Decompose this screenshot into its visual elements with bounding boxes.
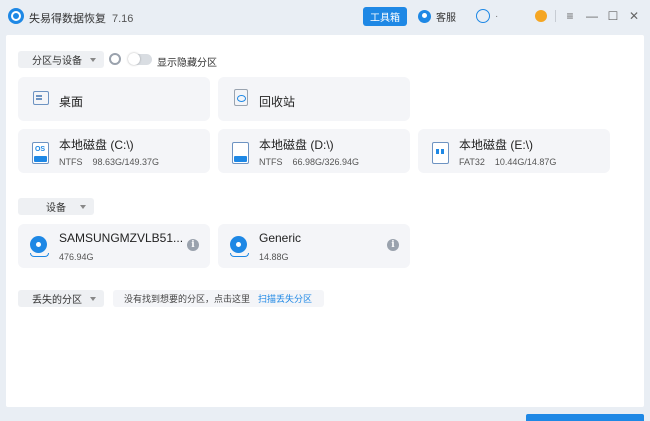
- drive-filesystem: NTFS: [259, 157, 283, 167]
- app-logo-icon: [8, 8, 24, 24]
- footer-action-button[interactable]: [526, 414, 644, 421]
- drive-meta: FAT32 10.44G/14.87G: [459, 157, 556, 167]
- partitions-dropdown-label: 分区与设备: [32, 56, 82, 67]
- drive-meta: NTFS 66.98G/326.94G: [259, 157, 359, 167]
- device-card-generic[interactable]: Generic 14.88G i: [218, 224, 410, 268]
- refresh-icon[interactable]: [109, 53, 121, 65]
- usb-drive-icon: [432, 142, 449, 164]
- drive-filesystem: FAT32: [459, 157, 485, 167]
- device-name: SAMSUNGMZVLB51...: [59, 231, 184, 245]
- drive-usage: 98.63G/149.37G: [92, 157, 160, 167]
- drive-name: 本地磁盘 (E:\): [459, 138, 533, 152]
- vip-icon[interactable]: [535, 10, 547, 22]
- info-icon[interactable]: i: [187, 239, 199, 251]
- support-label: 客服: [436, 13, 456, 24]
- lost-partitions-hint-text: 没有找到想要的分区，点击这里: [124, 294, 251, 304]
- lost-partitions-hint: 没有找到想要的分区，点击这里 扫描丢失分区: [113, 290, 324, 307]
- headset-icon[interactable]: [476, 9, 490, 23]
- app-version: 7.16: [112, 13, 134, 25]
- drive-icon: [232, 142, 249, 164]
- disk-icon: [230, 236, 249, 257]
- recycle-bin-label: 回收站: [259, 95, 296, 109]
- minimize-button[interactable]: —: [585, 9, 599, 23]
- recycle-bin-card[interactable]: 回收站: [218, 77, 410, 121]
- desktop-card[interactable]: 桌面: [18, 77, 210, 121]
- close-button[interactable]: ✕: [627, 9, 641, 23]
- drive-filesystem: NTFS: [59, 157, 83, 167]
- recycle-bin-icon: [234, 89, 248, 106]
- drive-card-e[interactable]: 本地磁盘 (E:\) FAT32 10.44G/14.87G: [418, 129, 610, 173]
- desktop-icon: [33, 91, 49, 105]
- device-size: 14.88G: [259, 252, 289, 262]
- show-hidden-label: 显示隐藏分区: [157, 58, 217, 69]
- drive-card-d[interactable]: 本地磁盘 (D:\) NTFS 66.98G/326.94G: [218, 129, 410, 173]
- os-badge: OS: [34, 146, 46, 153]
- chevron-down-icon: [90, 296, 96, 301]
- lost-partitions-dropdown[interactable]: 丢失的分区: [18, 290, 104, 307]
- drive-card-c[interactable]: OS 本地磁盘 (C:\) NTFS 98.63G/149.37G: [18, 129, 210, 173]
- drive-name: 本地磁盘 (C:\): [59, 138, 134, 152]
- menu-icon[interactable]: ≡: [563, 9, 577, 23]
- maximize-button[interactable]: ☐: [606, 9, 620, 23]
- title-bar: 失易得数据恢复 7.16 工具箱 客服 · ≡ — ☐ ✕: [0, 0, 650, 33]
- drive-usage: 66.98G/326.94G: [292, 157, 360, 167]
- info-icon[interactable]: i: [387, 239, 399, 251]
- device-name: Generic: [259, 231, 302, 245]
- account-indicator: ·: [495, 11, 499, 22]
- partitions-dropdown[interactable]: 分区与设备: [18, 51, 104, 68]
- titlebar-divider: [555, 10, 556, 22]
- disk-icon: [30, 236, 49, 257]
- scan-lost-partitions-link[interactable]: 扫描丢失分区: [258, 292, 312, 305]
- devices-dropdown[interactable]: 设备: [18, 198, 94, 215]
- show-hidden-toggle[interactable]: [128, 53, 152, 65]
- lost-partitions-dropdown-label: 丢失的分区: [32, 295, 82, 306]
- desktop-label: 桌面: [59, 95, 84, 109]
- drive-name: 本地磁盘 (D:\): [259, 138, 334, 152]
- drive-usage: 10.44G/14.87G: [494, 157, 557, 167]
- support-button[interactable]: 客服: [418, 9, 456, 24]
- main-panel: 分区与设备 显示隐藏分区 桌面 回收站 OS 本地磁盘 (C:\) NTFS 98…: [6, 35, 644, 407]
- device-size: 476.94G: [59, 252, 94, 262]
- devices-dropdown-label: 设备: [46, 203, 66, 214]
- user-icon: [418, 10, 431, 23]
- toolbox-button[interactable]: 工具箱: [363, 7, 407, 26]
- app-name: 失易得数据恢复: [29, 13, 106, 25]
- device-card-samsung[interactable]: SAMSUNGMZVLB51... 476.94G i: [18, 224, 210, 268]
- chevron-down-icon: [80, 204, 86, 209]
- drive-meta: NTFS 98.63G/149.37G: [59, 157, 159, 167]
- chevron-down-icon: [90, 57, 96, 62]
- system-drive-icon: OS: [32, 142, 49, 164]
- app-title: 失易得数据恢复 7.16: [29, 10, 133, 26]
